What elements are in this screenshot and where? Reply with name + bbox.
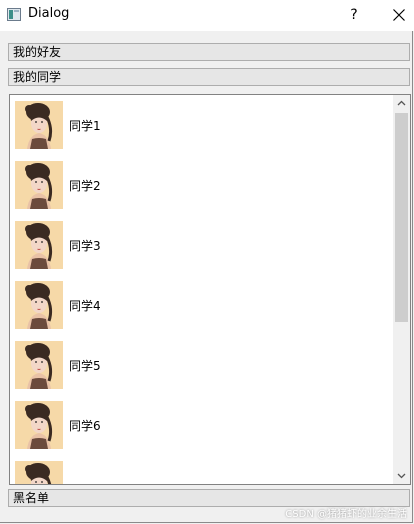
list-item[interactable]: 同学6 xyxy=(13,401,393,451)
item-label: 同学5 xyxy=(69,359,101,373)
my-classmates-button[interactable]: 我的同学 xyxy=(8,68,410,86)
list-item[interactable]: 同学4 xyxy=(13,281,393,331)
vertical-scrollbar[interactable] xyxy=(393,95,410,484)
chevron-up-icon xyxy=(397,100,406,106)
scroll-down-button[interactable] xyxy=(393,467,410,484)
dialog-app-icon xyxy=(7,8,21,21)
list-item[interactable]: 同学1 xyxy=(13,101,393,151)
avatar xyxy=(15,221,63,269)
avatar xyxy=(15,281,63,329)
list-item[interactable] xyxy=(13,461,393,484)
list-item[interactable]: 同学2 xyxy=(13,161,393,211)
item-label: 同学3 xyxy=(69,239,101,253)
watermark: CSDN @猪猪虾的业余生活 xyxy=(285,509,407,520)
item-label: 同学6 xyxy=(69,419,101,433)
close-button[interactable] xyxy=(384,0,414,31)
chevron-down-icon xyxy=(397,473,406,479)
item-label: 同学1 xyxy=(69,119,101,133)
classmates-list[interactable]: 同学1 同学2 同学3 同学4 同学5 同学6 xyxy=(9,94,411,485)
scroll-up-button[interactable] xyxy=(393,95,410,112)
help-button[interactable]: ? xyxy=(338,0,370,31)
avatar xyxy=(15,101,63,149)
title-bar[interactable]: Dialog ? xyxy=(0,0,414,31)
item-label: 同学4 xyxy=(69,299,101,313)
avatar xyxy=(15,461,63,484)
dialog-window: Dialog ? 我的好友 我的同学 同学1 同学2 同学3 同学4 同学5 同… xyxy=(0,0,414,523)
avatar xyxy=(15,401,63,449)
window-title: Dialog xyxy=(28,6,70,21)
avatar xyxy=(15,341,63,389)
list-item[interactable]: 同学5 xyxy=(13,341,393,391)
item-label: 同学2 xyxy=(69,179,101,193)
scroll-thumb[interactable] xyxy=(395,113,408,322)
close-icon xyxy=(393,9,405,21)
list-item[interactable]: 同学3 xyxy=(13,221,393,271)
avatar xyxy=(15,161,63,209)
my-friends-button[interactable]: 我的好友 xyxy=(8,43,410,61)
